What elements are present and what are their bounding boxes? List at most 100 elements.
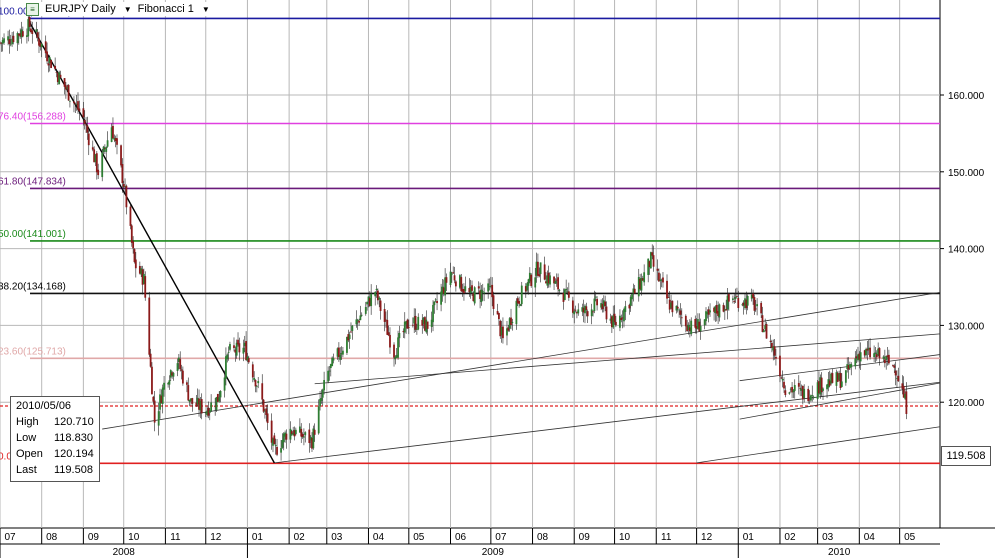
candle-body (577, 309, 580, 314)
y-tick-label: 140.000 (948, 245, 985, 256)
candle-body (238, 343, 241, 353)
x-tick-label: 07 (495, 532, 507, 543)
fib-level-label: 38.20(134.168) (0, 281, 66, 292)
candle-body (342, 350, 344, 355)
x-tick-label: 08 (46, 532, 58, 543)
candle-body (651, 252, 654, 256)
candle-body (120, 145, 122, 166)
candle-body (831, 373, 834, 383)
candle-body (761, 315, 764, 332)
price-chart[interactable]: 07 08 09 10 11 12 01 02 03 04 05 06 07 08 09 10 11 12 01 02… (0, 0, 995, 558)
candle-body (233, 345, 235, 349)
candle-body (375, 288, 378, 291)
candle-body (36, 32, 39, 38)
candle-body (492, 295, 495, 309)
candle-body (537, 261, 539, 276)
candle-body (3, 38, 5, 43)
candle-body (433, 301, 436, 306)
chart-header: ≡ EURJPY Daily ▼ Fibonacci 1 ▼ (26, 2, 214, 16)
candle-body (445, 277, 448, 283)
candle-body (453, 275, 456, 281)
candle-body (811, 395, 814, 396)
candle-body (679, 310, 682, 315)
x-tick-label: 07 (4, 532, 16, 543)
info-row-last: Last 119.508 (11, 463, 99, 479)
info-row-low: Low 118.830 (11, 431, 99, 447)
candle-body (543, 264, 546, 280)
candle-body (793, 385, 796, 391)
candle-body (788, 392, 791, 394)
candle-body (709, 310, 711, 313)
info-label: Open (16, 448, 43, 460)
candle-body (530, 274, 533, 287)
candle-body (850, 364, 853, 368)
x-tick-label: 12 (701, 532, 713, 543)
candle-body (294, 429, 297, 435)
candle-body (247, 358, 250, 363)
candle-body (181, 370, 184, 384)
candle-body (163, 382, 165, 390)
candle-body (320, 397, 323, 401)
candle-body (379, 300, 382, 311)
candle-body (370, 293, 373, 307)
candle-body (125, 185, 128, 208)
candle-body (97, 169, 100, 176)
candle-body (894, 370, 897, 376)
candle-body (54, 65, 57, 70)
study-label[interactable]: Fibonacci 1 (138, 3, 194, 15)
candle-body (554, 280, 557, 284)
candle-body (223, 377, 226, 391)
candle-body (289, 428, 292, 440)
candle-body (483, 292, 486, 294)
last-price-label: 119.508 (941, 446, 991, 466)
candle-body (769, 340, 772, 343)
candle-body (518, 301, 520, 304)
candle-body (502, 326, 504, 339)
candle-body (746, 295, 749, 306)
candle-body (82, 108, 85, 118)
candle-body (471, 285, 473, 291)
candle-body (179, 359, 182, 370)
candle-body (85, 124, 87, 126)
candle-body (619, 315, 621, 328)
candle-body (327, 370, 330, 382)
candle-body (157, 411, 160, 426)
candle-body (58, 72, 61, 85)
candle-body (487, 283, 490, 292)
candle-body (799, 387, 802, 389)
candle-body (168, 380, 171, 385)
x-tick-label: 02 (784, 532, 796, 543)
candle-body (874, 352, 877, 355)
candle-body (678, 309, 681, 311)
info-label: High (16, 416, 39, 428)
candle-body (73, 101, 75, 104)
candle-body (397, 337, 399, 358)
candle-body (563, 289, 566, 301)
candle-body (86, 125, 89, 133)
candle-body (67, 84, 70, 101)
candle-body (83, 119, 86, 124)
chart-icon[interactable]: ≡ (26, 2, 39, 16)
candle-body (605, 306, 608, 320)
candle-body (411, 324, 414, 326)
candle-body (699, 325, 702, 332)
candle-body (359, 315, 362, 321)
candle-body (151, 366, 153, 395)
info-label: Low (16, 432, 37, 444)
candle-body (180, 369, 183, 371)
study-dropdown-icon[interactable]: ▼ (202, 5, 210, 14)
symbol-dropdown-icon[interactable]: ▼ (124, 5, 132, 14)
candle-body (317, 406, 320, 434)
candle-body (905, 391, 908, 414)
candle-body (812, 396, 815, 399)
candle-body (366, 301, 369, 305)
ohlc-info-box: 2010/05/06 High 120.710 Low 118.830 Open… (10, 396, 100, 482)
candle-body (893, 365, 896, 368)
candle-body (351, 325, 354, 331)
x-tick-label: 01 (252, 532, 264, 543)
symbol-label[interactable]: EURJPY Daily (45, 3, 116, 15)
candle-body (760, 302, 763, 314)
candle-body (35, 29, 38, 32)
candle-body (477, 286, 480, 289)
candle-body (592, 311, 594, 313)
